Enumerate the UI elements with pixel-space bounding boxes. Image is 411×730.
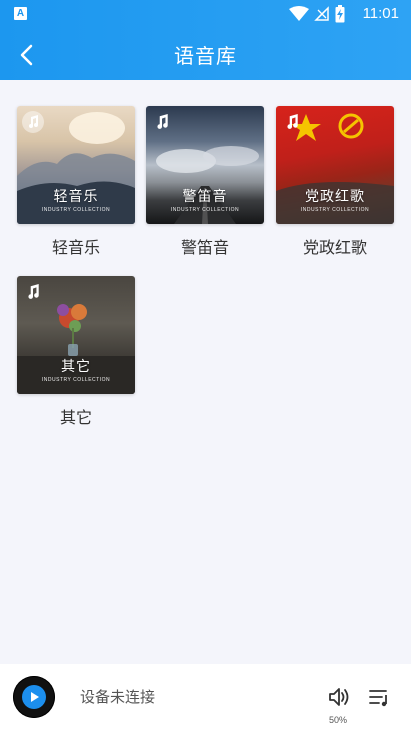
other-thumbnail: 其它 INDUSTRY COLLECTION <box>17 276 135 394</box>
no-signal-icon <box>314 6 329 21</box>
thumbnail-subtitle: INDUSTRY COLLECTION <box>41 207 111 213</box>
status-bar: A 11:01 <box>0 0 411 28</box>
volume-button[interactable] <box>326 684 352 710</box>
thumbnail-title: 警笛音 <box>182 189 228 205</box>
thumbnail-subtitle: INDUSTRY COLLECTION <box>170 207 240 213</box>
thumbnail-title: 党政红歌 <box>305 189 365 205</box>
red-songs-thumbnail: 党政红歌 INDUSTRY COLLECTION <box>276 106 394 224</box>
music-note-icon <box>22 281 44 303</box>
music-note-icon <box>281 111 303 133</box>
library-item-label: 警笛音 <box>180 238 229 257</box>
library-item-label: 其它 <box>59 408 92 427</box>
play-icon <box>22 685 46 709</box>
volume-icon <box>329 688 349 706</box>
player-bar: 设备未连接 50% <box>0 664 411 730</box>
play-button[interactable] <box>13 676 55 718</box>
library-item-siren[interactable]: 警笛音 INDUSTRY COLLECTION 警笛音 <box>146 106 264 258</box>
light-music-thumbnail: 轻音乐 INDUSTRY COLLECTION <box>17 106 135 224</box>
library-item-light-music[interactable]: 轻音乐 INDUSTRY COLLECTION 轻音乐 <box>17 106 135 258</box>
status-time: 11:01 <box>362 5 399 22</box>
thumbnail-title: 其它 <box>61 359 91 375</box>
playlist-button[interactable] <box>366 684 392 710</box>
playlist-icon <box>369 690 387 707</box>
library-item-other[interactable]: 其它 INDUSTRY COLLECTION 其它 <box>17 276 135 428</box>
connection-status: 设备未连接 <box>80 688 156 706</box>
app-bar: 语音库 <box>0 28 411 80</box>
music-note-icon <box>151 111 173 133</box>
thumbnail-subtitle: INDUSTRY COLLECTION <box>300 207 370 213</box>
wifi-icon <box>289 6 309 21</box>
thumbnail-title: 轻音乐 <box>53 189 99 205</box>
app-notification-icon: A <box>14 7 27 20</box>
siren-thumbnail: 警笛音 INDUSTRY COLLECTION <box>146 106 264 224</box>
volume-level: 50% <box>329 715 348 725</box>
battery-charging-icon <box>335 5 345 23</box>
library-item-label: 轻音乐 <box>51 238 100 257</box>
library-item-red-songs[interactable]: 党政红歌 INDUSTRY COLLECTION 党政红歌 <box>276 106 394 258</box>
music-note-icon <box>22 111 44 133</box>
thumbnail-subtitle: INDUSTRY COLLECTION <box>41 377 111 383</box>
library-item-label: 党政红歌 <box>302 238 367 257</box>
page-title: 语音库 <box>174 44 237 68</box>
